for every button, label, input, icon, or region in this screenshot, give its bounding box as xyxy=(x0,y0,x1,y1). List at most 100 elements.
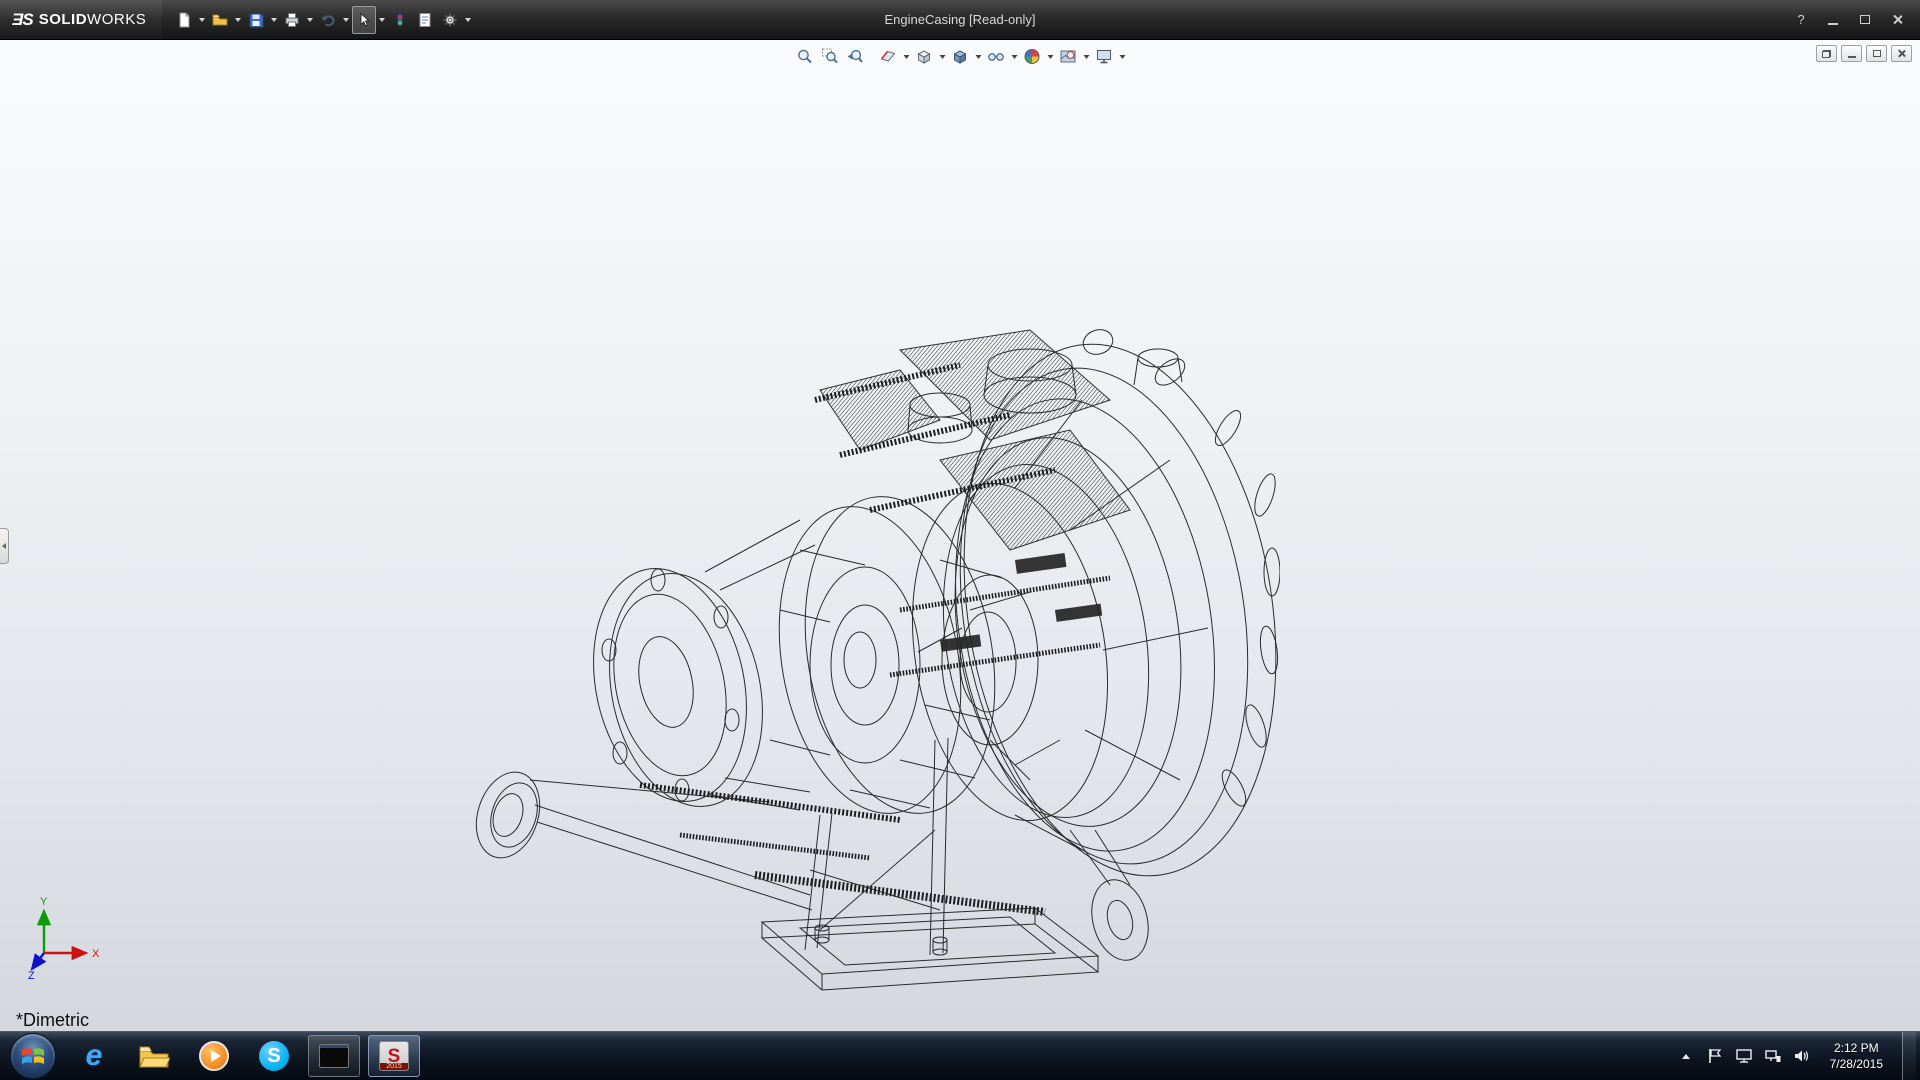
solidworks-app-icon: S 2015 xyxy=(379,1041,409,1071)
save-floppy-icon xyxy=(248,12,264,28)
skype-icon: S xyxy=(259,1041,289,1071)
maximize-button[interactable] xyxy=(1856,11,1874,29)
hide-show-items-dropdown[interactable] xyxy=(1010,46,1019,67)
rebuild-button[interactable] xyxy=(388,6,412,34)
minimize-button[interactable] xyxy=(1824,11,1842,29)
zoom-to-fit-icon xyxy=(797,48,814,65)
zoom-to-area-button[interactable] xyxy=(819,46,842,67)
triad-x-label: X xyxy=(92,948,100,960)
window-controls: ? xyxy=(1792,11,1920,29)
select-dropdown[interactable] xyxy=(377,6,387,34)
view-orientation-dropdown[interactable] xyxy=(938,46,947,67)
open-button[interactable] xyxy=(208,6,232,34)
clock-time: 2:12 PM xyxy=(1830,1040,1883,1056)
section-view-button[interactable] xyxy=(877,46,900,67)
taskbar-command-prompt[interactable] xyxy=(308,1035,360,1077)
file-properties-button[interactable] xyxy=(413,6,437,34)
print-dropdown[interactable] xyxy=(305,6,315,34)
file-properties-icon xyxy=(417,12,433,28)
doc-restore-button[interactable] xyxy=(1816,45,1837,62)
previous-view-button[interactable] xyxy=(844,46,867,67)
view-settings-dropdown[interactable] xyxy=(1118,46,1127,67)
clock-date: 7/28/2015 xyxy=(1830,1056,1883,1072)
new-dropdown[interactable] xyxy=(197,6,207,34)
options-gear-icon xyxy=(442,12,458,28)
graphics-viewport[interactable]: Y X Z *Dimetric xyxy=(0,40,1920,1031)
select-tool-button[interactable] xyxy=(352,6,376,34)
view-settings-button[interactable] xyxy=(1093,46,1116,67)
triad-z-label: Z xyxy=(28,970,35,979)
view-orientation-label: *Dimetric xyxy=(16,1010,89,1031)
command-prompt-icon xyxy=(319,1044,349,1068)
save-button[interactable] xyxy=(244,6,268,34)
windows-taskbar: e S S 2015 xyxy=(0,1031,1920,1080)
start-button[interactable] xyxy=(10,1033,56,1079)
apply-scene-button[interactable] xyxy=(1057,46,1080,67)
headsup-view-toolbar xyxy=(794,46,1127,67)
show-desktop-button[interactable] xyxy=(1902,1032,1916,1080)
brand-text: SOLIDWORKS xyxy=(39,11,147,28)
open-folder-icon xyxy=(212,12,228,28)
display-settings-icon[interactable] xyxy=(1735,1046,1753,1066)
view-settings-icon xyxy=(1096,48,1113,65)
doc-close-button[interactable] xyxy=(1891,45,1912,62)
taskbar-skype[interactable]: S xyxy=(248,1035,300,1077)
titlebar: ƎS SOLIDWORKS xyxy=(0,0,1920,40)
solidworks-version-badge: 2015 xyxy=(380,1063,408,1070)
open-dropdown[interactable] xyxy=(233,6,243,34)
taskbar-internet-explorer[interactable]: e xyxy=(68,1035,120,1077)
hide-show-items-button[interactable] xyxy=(985,46,1008,67)
media-player-icon xyxy=(199,1041,229,1071)
reference-triad: Y X Z xyxy=(28,895,112,979)
model-wireframe[interactable] xyxy=(470,310,1280,1010)
panel-collapse-tab[interactable] xyxy=(0,528,9,564)
options-dropdown[interactable] xyxy=(463,6,473,34)
new-document-button[interactable] xyxy=(172,6,196,34)
doc-minimize-button[interactable] xyxy=(1841,45,1862,62)
hide-show-glasses-icon xyxy=(988,48,1005,65)
taskbar-media-player[interactable] xyxy=(188,1035,240,1077)
display-style-icon xyxy=(952,48,969,65)
undo-button[interactable] xyxy=(316,6,340,34)
system-tray: 2:12 PM 7/28/2015 xyxy=(1677,1032,1920,1080)
apply-scene-dropdown[interactable] xyxy=(1082,46,1091,67)
network-status-icon[interactable] xyxy=(1764,1046,1782,1066)
display-style-dropdown[interactable] xyxy=(974,46,983,67)
folder-icon xyxy=(138,1043,170,1069)
options-button[interactable] xyxy=(438,6,462,34)
edit-appearance-button[interactable] xyxy=(1021,46,1044,67)
edit-appearance-ball-icon xyxy=(1024,48,1041,65)
show-hidden-icons-button[interactable] xyxy=(1677,1046,1695,1066)
document-window-controls xyxy=(1816,45,1912,62)
save-dropdown[interactable] xyxy=(269,6,279,34)
rebuild-icon xyxy=(392,12,408,28)
taskbar-solidworks[interactable]: S 2015 xyxy=(368,1035,420,1077)
edit-appearance-dropdown[interactable] xyxy=(1046,46,1055,67)
display-style-button[interactable] xyxy=(949,46,972,67)
zoom-to-fit-button[interactable] xyxy=(794,46,817,67)
help-icon[interactable]: ? xyxy=(1792,11,1810,29)
undo-icon xyxy=(320,12,336,28)
previous-view-icon xyxy=(847,48,864,65)
print-button[interactable] xyxy=(280,6,304,34)
apply-scene-icon xyxy=(1060,48,1077,65)
section-view-icon xyxy=(880,48,897,65)
close-button[interactable] xyxy=(1888,11,1906,29)
action-center-flag-icon[interactable] xyxy=(1706,1046,1724,1066)
view-orientation-button[interactable] xyxy=(913,46,936,67)
solidworks-logo: ƎS SOLIDWORKS xyxy=(0,0,162,39)
new-document-icon xyxy=(176,12,192,28)
taskbar-windows-explorer[interactable] xyxy=(128,1035,180,1077)
menubar-toolbar xyxy=(172,6,473,34)
section-view-dropdown[interactable] xyxy=(902,46,911,67)
windows-logo-icon xyxy=(20,1043,46,1069)
volume-icon[interactable] xyxy=(1793,1046,1811,1066)
select-cursor-icon xyxy=(356,12,372,28)
print-icon xyxy=(284,12,300,28)
undo-dropdown[interactable] xyxy=(341,6,351,34)
zoom-to-area-icon xyxy=(822,48,839,65)
window-title: EngineCasing [Read-only] xyxy=(884,12,1035,27)
taskbar-clock[interactable]: 2:12 PM 7/28/2015 xyxy=(1822,1040,1891,1072)
doc-maximize-button[interactable] xyxy=(1866,45,1887,62)
view-orientation-cube-icon xyxy=(916,48,933,65)
